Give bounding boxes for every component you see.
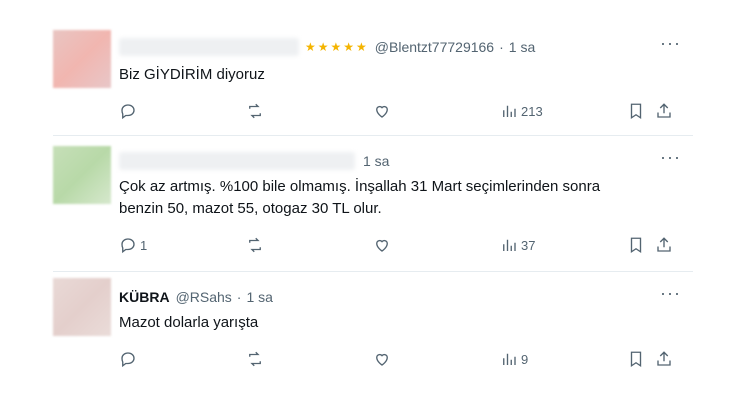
tweet-text: Mazot dolarla yarışta bbox=[119, 312, 653, 334]
bookmark-icon bbox=[630, 103, 642, 120]
tweet-text-line: Biz GİYDİRİM diyoruz bbox=[119, 66, 265, 83]
views-button[interactable]: 9 bbox=[500, 350, 528, 368]
like-icon bbox=[376, 239, 388, 252]
views-icon bbox=[503, 239, 516, 251]
tweet-header: KÜBRA @RSahs · 1 sa bbox=[119, 286, 653, 308]
tweet-text: Çok az artmış. %100 bile olmamış. İnşall… bbox=[119, 176, 653, 220]
views-button[interactable]: 213 bbox=[500, 102, 543, 120]
like-button[interactable] bbox=[373, 350, 391, 368]
share-icon bbox=[657, 237, 671, 252]
timestamp[interactable]: 1 sa bbox=[363, 153, 389, 169]
like-icon bbox=[376, 105, 388, 118]
retweet-button[interactable] bbox=[246, 350, 264, 368]
separator: · bbox=[499, 39, 504, 55]
bookmark-button[interactable] bbox=[627, 350, 645, 368]
retweet-button[interactable] bbox=[246, 236, 264, 254]
display-name[interactable]: KÜBRA bbox=[119, 289, 170, 305]
share-button[interactable] bbox=[655, 102, 673, 120]
emoji-row: ★★★★★ bbox=[305, 40, 369, 54]
bookmark-button[interactable] bbox=[627, 236, 645, 254]
blurred-display-name[interactable] bbox=[119, 38, 299, 56]
handle[interactable]: @RSahs bbox=[176, 289, 232, 305]
like-button[interactable] bbox=[373, 102, 391, 120]
tweet-text-line: Çok az artmış. %100 bile olmamış. İnşall… bbox=[119, 178, 601, 195]
retweet-icon bbox=[249, 237, 261, 253]
timestamp[interactable]: 1 sa bbox=[246, 289, 272, 305]
views-count: 213 bbox=[521, 103, 543, 119]
retweet-button[interactable] bbox=[246, 102, 264, 120]
tweet-feed: ★★★★★ @Blentzt77729166 · 1 sa ··· Biz Gİ… bbox=[53, 22, 693, 381]
avatar[interactable] bbox=[53, 30, 111, 88]
tweet-header: ★★★★★ @Blentzt77729166 · 1 sa bbox=[119, 36, 653, 58]
action-bar: 9 bbox=[119, 350, 693, 374]
tweet-text: Biz GİYDİRİM diyoruz bbox=[119, 64, 653, 86]
avatar[interactable] bbox=[53, 278, 111, 336]
blurred-display-name[interactable] bbox=[119, 152, 355, 170]
bookmark-icon bbox=[630, 237, 642, 254]
share-icon bbox=[657, 351, 671, 366]
action-bar: 1 37 bbox=[119, 236, 693, 260]
reply-icon bbox=[121, 104, 135, 120]
tweet-header: 1 sa bbox=[119, 150, 653, 172]
reply-count: 1 bbox=[140, 237, 148, 253]
share-icon bbox=[657, 103, 671, 118]
more-horizontal-icon[interactable]: ··· bbox=[660, 148, 681, 166]
tweet[interactable]: KÜBRA @RSahs · 1 sa ··· Mazot dolarla ya… bbox=[53, 272, 693, 381]
bookmark-icon bbox=[630, 351, 642, 368]
bookmark-button[interactable] bbox=[627, 102, 645, 120]
reply-icon bbox=[121, 238, 135, 254]
timestamp[interactable]: 1 sa bbox=[509, 39, 535, 55]
views-icon bbox=[503, 105, 516, 117]
more-horizontal-icon[interactable]: ··· bbox=[660, 284, 681, 302]
like-icon bbox=[376, 353, 388, 366]
views-icon bbox=[503, 353, 516, 365]
tweet[interactable]: ★★★★★ @Blentzt77729166 · 1 sa ··· Biz Gİ… bbox=[53, 22, 693, 136]
retweet-icon bbox=[249, 351, 261, 367]
tweet-text-line: Mazot dolarla yarışta bbox=[119, 314, 259, 331]
share-button[interactable] bbox=[655, 350, 673, 368]
avatar[interactable] bbox=[53, 146, 111, 204]
more-horizontal-icon[interactable]: ··· bbox=[660, 34, 681, 52]
reply-button[interactable]: 1 bbox=[119, 236, 147, 254]
retweet-icon bbox=[249, 103, 261, 119]
action-bar: 213 bbox=[119, 102, 693, 126]
reply-icon bbox=[121, 352, 135, 368]
share-button[interactable] bbox=[655, 236, 673, 254]
reply-button[interactable] bbox=[119, 102, 137, 120]
separator: · bbox=[236, 289, 242, 305]
tweet[interactable]: 1 sa ··· Çok az artmış. %100 bile olmamı… bbox=[53, 136, 693, 272]
views-count: 37 bbox=[521, 237, 536, 253]
views-count: 9 bbox=[521, 351, 529, 367]
views-button[interactable]: 37 bbox=[500, 236, 535, 254]
tweet-text-line: benzin 50, mazot 55, otogaz 30 TL olur. bbox=[119, 200, 382, 217]
reply-button[interactable] bbox=[119, 350, 137, 368]
like-button[interactable] bbox=[373, 236, 391, 254]
handle[interactable]: @Blentzt77729166 bbox=[375, 39, 494, 55]
